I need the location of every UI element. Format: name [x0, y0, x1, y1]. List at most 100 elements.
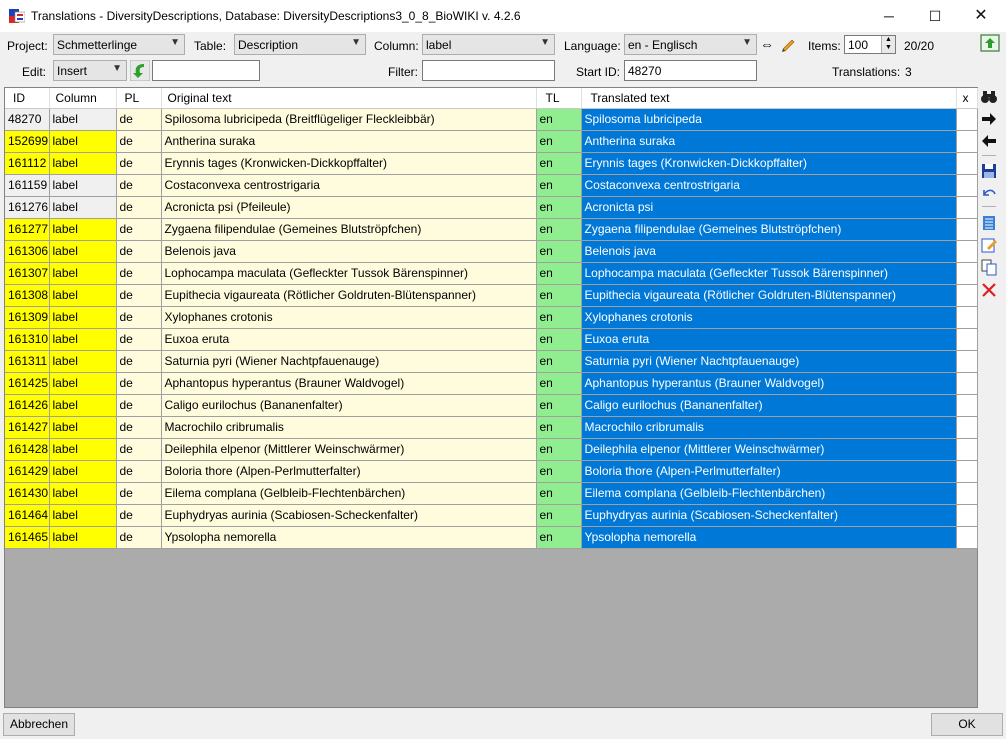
- cell-original-text[interactable]: Ypsolopha nemorella: [161, 526, 537, 549]
- cell-translated-text[interactable]: Deilephila elpenor (Mittlerer Weinschwär…: [581, 438, 957, 461]
- cell-column[interactable]: label: [49, 196, 117, 219]
- cell-id[interactable]: 161308: [5, 284, 50, 307]
- header-pl[interactable]: PL: [116, 88, 162, 109]
- cell-translated-text[interactable]: Acronicta psi: [581, 196, 957, 219]
- cell-column[interactable]: label: [49, 482, 117, 505]
- cell-tl[interactable]: en: [536, 284, 582, 307]
- cell-column[interactable]: label: [49, 372, 117, 395]
- cell-id[interactable]: 161429: [5, 460, 50, 483]
- cell-original-text[interactable]: Aphantopus hyperantus (Brauner Waldvogel…: [161, 372, 537, 395]
- cell-original-text[interactable]: Antherina suraka: [161, 130, 537, 153]
- cell-translated-text[interactable]: Spilosoma lubricipeda: [581, 108, 957, 131]
- cell-x[interactable]: [956, 152, 978, 175]
- filter-input[interactable]: [422, 60, 555, 81]
- cell-pl[interactable]: de: [116, 262, 162, 285]
- cell-tl[interactable]: en: [536, 108, 582, 131]
- cell-column[interactable]: label: [49, 152, 117, 175]
- apply-arrow-icon[interactable]: [130, 60, 150, 81]
- cell-pl[interactable]: de: [116, 350, 162, 373]
- cell-pl[interactable]: de: [116, 526, 162, 549]
- table-row[interactable]: 48270 label de Spilosoma lubricipeda (Breit…: [5, 108, 978, 131]
- cell-original-text[interactable]: Zygaena filipendulae (Gemeines Blutströp…: [161, 218, 537, 241]
- cell-column[interactable]: label: [49, 174, 117, 197]
- cell-pl[interactable]: de: [116, 174, 162, 197]
- cell-id[interactable]: 161425: [5, 372, 50, 395]
- cell-original-text[interactable]: Euphydryas aurinia (Scabiosen-Scheckenfa…: [161, 504, 537, 527]
- ok-button[interactable]: OK: [931, 713, 1003, 736]
- cell-original-text[interactable]: Spilosoma lubricipeda (Breitflügeliger F…: [161, 108, 537, 131]
- cell-tl[interactable]: en: [536, 504, 582, 527]
- table-row[interactable]: 152699 label de Antherina suraka en Antherina…: [5, 130, 978, 153]
- cell-x[interactable]: [956, 394, 978, 417]
- cell-tl[interactable]: en: [536, 350, 582, 373]
- table-row[interactable]: 161159 label de Costaconvexa centrostrigari…: [5, 174, 978, 197]
- filter-field[interactable]: [423, 61, 554, 80]
- cell-pl[interactable]: de: [116, 482, 162, 505]
- cell-x[interactable]: [956, 306, 978, 329]
- cell-column[interactable]: label: [49, 350, 117, 373]
- cell-original-text[interactable]: Euxoa eruta: [161, 328, 537, 351]
- startid-input[interactable]: [624, 60, 757, 81]
- pencil-icon[interactable]: [780, 36, 796, 52]
- cell-pl[interactable]: de: [116, 438, 162, 461]
- column-select[interactable]: label ▼: [422, 34, 555, 55]
- cell-original-text[interactable]: Xylophanes crotonis: [161, 306, 537, 329]
- header-translated-text[interactable]: Translated text: [581, 88, 957, 109]
- cell-translated-text[interactable]: Zygaena filipendulae (Gemeines Blutströp…: [581, 218, 957, 241]
- cell-id[interactable]: 161159: [5, 174, 50, 197]
- cell-x[interactable]: [956, 372, 978, 395]
- cell-original-text[interactable]: Caligo eurilochus (Bananenfalter): [161, 394, 537, 417]
- cell-x[interactable]: [956, 438, 978, 461]
- cell-pl[interactable]: de: [116, 504, 162, 527]
- cell-tl[interactable]: en: [536, 218, 582, 241]
- cell-pl[interactable]: de: [116, 416, 162, 439]
- arrow-left-icon[interactable]: [980, 132, 998, 150]
- cell-column[interactable]: label: [49, 394, 117, 417]
- table-row[interactable]: 161465 label de Ypsolopha nemorella en Ypsolo…: [5, 526, 978, 549]
- table-row[interactable]: 161309 label de Xylophanes crotonis en Xyloph…: [5, 306, 978, 329]
- cell-tl[interactable]: en: [536, 526, 582, 549]
- cell-x[interactable]: [956, 416, 978, 439]
- table-row[interactable]: 161307 label de Lophocampa maculata (Geflec…: [5, 262, 978, 285]
- cell-x[interactable]: [956, 460, 978, 483]
- cell-x[interactable]: [956, 482, 978, 505]
- cell-id[interactable]: 152699: [5, 130, 50, 153]
- cell-id[interactable]: 161276: [5, 196, 50, 219]
- cell-original-text[interactable]: Eupithecia vigaureata (Rötlicher Goldrut…: [161, 284, 537, 307]
- cell-id[interactable]: 161311: [5, 350, 50, 373]
- cell-x[interactable]: [956, 328, 978, 351]
- cell-x[interactable]: [956, 218, 978, 241]
- cell-id[interactable]: 161430: [5, 482, 50, 505]
- cell-x[interactable]: [956, 240, 978, 263]
- cell-original-text[interactable]: Lophocampa maculata (Gefleckter Tussok B…: [161, 262, 537, 285]
- cell-translated-text[interactable]: Antherina suraka: [581, 130, 957, 153]
- export-icon[interactable]: [980, 33, 1000, 53]
- cell-id[interactable]: 161306: [5, 240, 50, 263]
- edit-text-input[interactable]: [152, 60, 260, 81]
- cell-translated-text[interactable]: Boloria thore (Alpen-Perlmutterfalter): [581, 460, 957, 483]
- cell-pl[interactable]: de: [116, 218, 162, 241]
- cell-pl[interactable]: de: [116, 108, 162, 131]
- header-column[interactable]: Column: [49, 88, 117, 109]
- cell-translated-text[interactable]: Ypsolopha nemorella: [581, 526, 957, 549]
- cell-x[interactable]: [956, 196, 978, 219]
- cell-original-text[interactable]: Macrochilo cribrumalis: [161, 416, 537, 439]
- cell-tl[interactable]: en: [536, 372, 582, 395]
- cell-id[interactable]: 161307: [5, 262, 50, 285]
- cell-column[interactable]: label: [49, 460, 117, 483]
- table-row[interactable]: 161308 label de Eupithecia vigaureata (Rötl…: [5, 284, 978, 307]
- cell-translated-text[interactable]: Eupithecia vigaureata (Rötlicher Goldrut…: [581, 284, 957, 307]
- arrow-right-icon[interactable]: [980, 110, 998, 128]
- cell-translated-text[interactable]: Costaconvexa centrostrigaria: [581, 174, 957, 197]
- cell-id[interactable]: 161465: [5, 526, 50, 549]
- edit-mode-select[interactable]: Insert ▼: [53, 60, 127, 81]
- cell-column[interactable]: label: [49, 240, 117, 263]
- cell-original-text[interactable]: Costaconvexa centrostrigaria: [161, 174, 537, 197]
- cell-id[interactable]: 161309: [5, 306, 50, 329]
- cell-column[interactable]: label: [49, 328, 117, 351]
- cell-pl[interactable]: de: [116, 372, 162, 395]
- cell-id[interactable]: 161464: [5, 504, 50, 527]
- table-row[interactable]: 161430 label de Eilema complana (Gelbleib-F…: [5, 482, 978, 505]
- cell-translated-text[interactable]: Lophocampa maculata (Gefleckter Tussok B…: [581, 262, 957, 285]
- table-row[interactable]: 161311 label de Saturnia pyri (Wiener Nacht…: [5, 350, 978, 373]
